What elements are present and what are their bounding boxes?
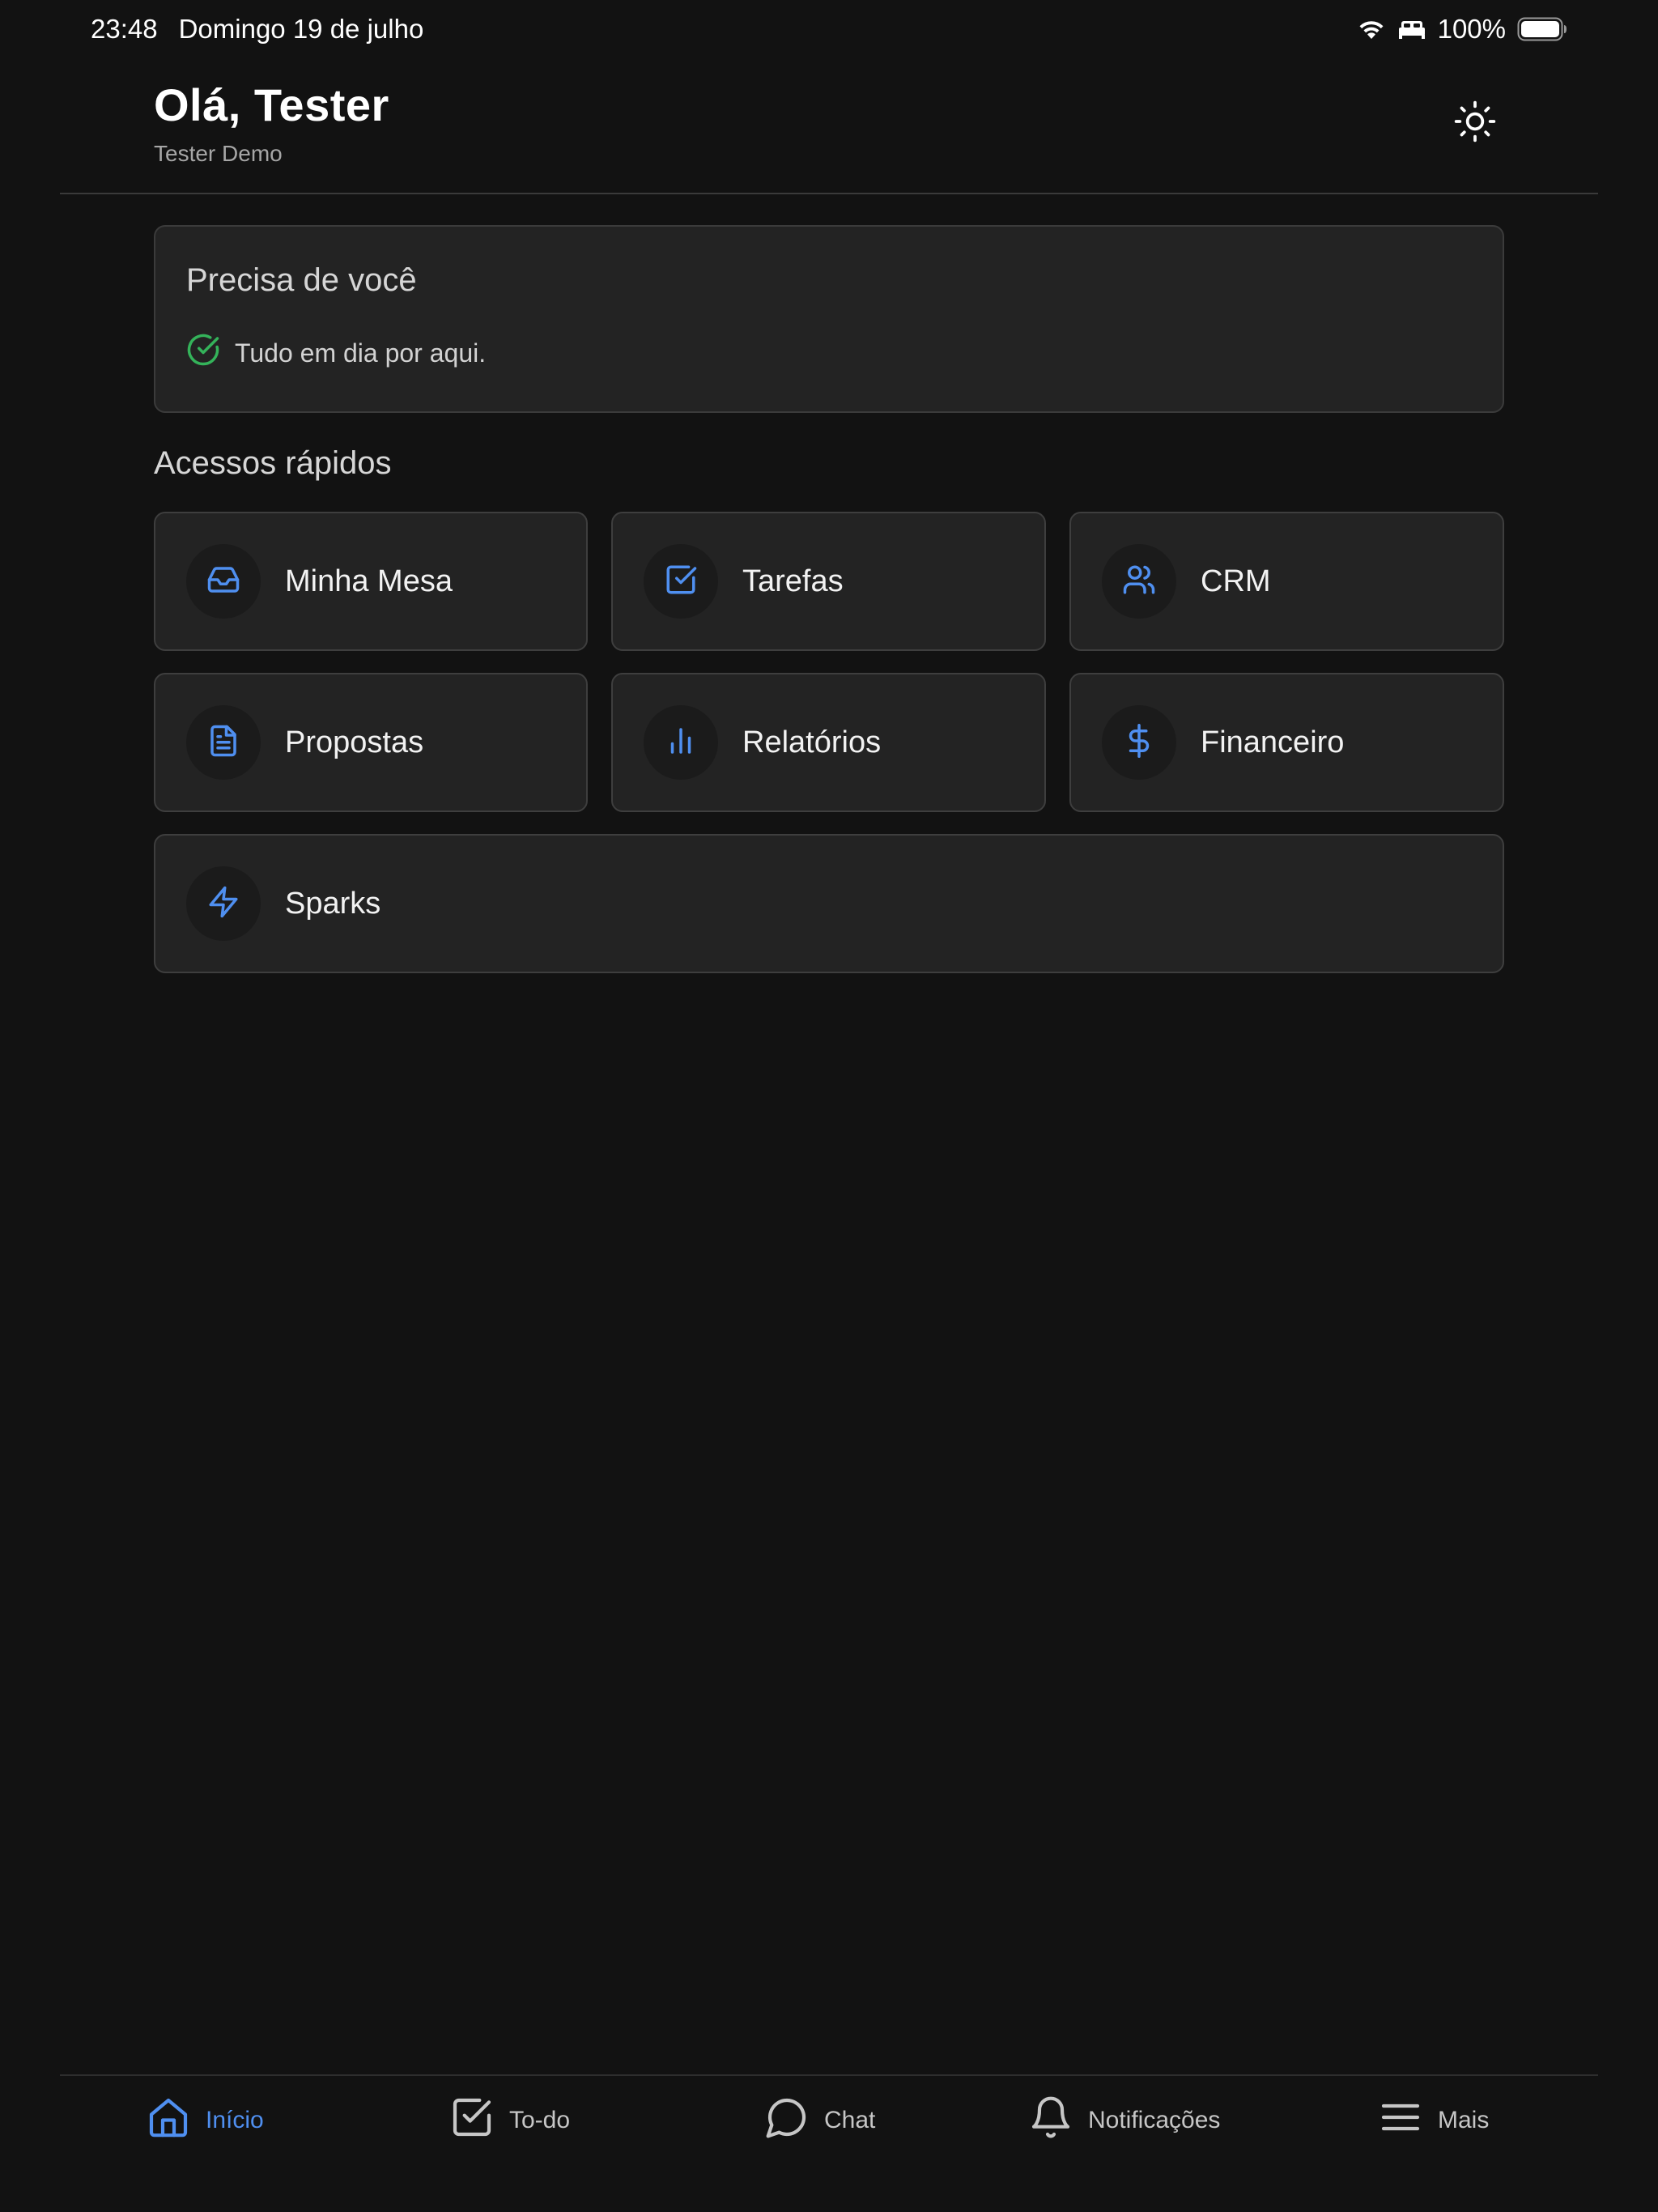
nav-item-notificacoes[interactable]: Notificações: [1028, 2076, 1220, 2165]
quick-access-label: Relatórios: [742, 725, 882, 759]
header: Olá, Tester Tester Demo: [154, 78, 1504, 175]
checkbox-icon: [449, 2095, 495, 2146]
quick-access-label: Minha Mesa: [285, 564, 453, 598]
lightning-icon: [206, 885, 240, 923]
quick-access-relatorios[interactable]: Relatórios: [611, 673, 1046, 812]
needs-you-title: Precisa de você: [186, 262, 417, 298]
sleep-focus-icon: [1397, 18, 1426, 40]
home-icon: [146, 2095, 191, 2146]
users-icon: [1122, 563, 1156, 601]
status-left: 23:48 Domingo 19 de julho: [91, 14, 423, 45]
user-subtitle: Tester Demo: [154, 141, 283, 166]
nav-item-todo[interactable]: To-do: [449, 2076, 570, 2165]
needs-you-status-text: Tudo em dia por aqui.: [235, 338, 487, 368]
page-title: Olá, Tester: [154, 79, 389, 130]
needs-you-card: Precisa de você Tudo em dia por aqui.: [154, 225, 1504, 413]
bell-icon: [1028, 2095, 1073, 2146]
quick-access-label: Tarefas: [742, 564, 844, 598]
quick-access-financeiro[interactable]: Financeiro: [1069, 673, 1504, 812]
document-icon: [206, 724, 240, 762]
chat-bubble-icon: [764, 2095, 810, 2146]
menu-icon: [1378, 2095, 1423, 2146]
dollar-icon: [1122, 723, 1156, 762]
quick-access-label: Financeiro: [1201, 725, 1345, 759]
quick-access-sparks[interactable]: Sparks: [154, 834, 1504, 973]
status-time: 23:48: [91, 14, 158, 44]
quick-access-crm[interactable]: CRM: [1069, 512, 1504, 651]
status-date: Domingo 19 de julho: [178, 14, 424, 44]
nav-label: Chat: [824, 2107, 876, 2133]
home-screen: 23:48 Domingo 19 de julho 100% Olá, Test…: [0, 0, 1658, 2212]
battery-icon: [1517, 17, 1567, 41]
bottom-nav: Início To-do Chat Notificações Mais: [0, 2076, 1658, 2165]
status-bar: 23:48 Domingo 19 de julho 100%: [0, 0, 1658, 58]
wifi-icon: [1357, 18, 1386, 40]
nav-item-chat[interactable]: Chat: [764, 2076, 875, 2165]
nav-label: Notificações: [1088, 2107, 1221, 2133]
quick-access-minha-mesa[interactable]: Minha Mesa: [154, 512, 588, 651]
quick-access-title: Acessos rápidos: [154, 445, 392, 481]
quick-access-label: CRM: [1201, 564, 1271, 598]
status-right: 100%: [1357, 14, 1567, 45]
check-circle-icon: [186, 333, 220, 373]
nav-item-inicio[interactable]: Início: [146, 2076, 264, 2165]
quick-access-propostas[interactable]: Propostas: [154, 673, 588, 812]
battery-percent: 100%: [1437, 14, 1506, 44]
quick-access-tarefas[interactable]: Tarefas: [611, 512, 1046, 651]
nav-label: Mais: [1438, 2107, 1490, 2133]
checkbox-icon: [664, 563, 698, 601]
quick-access-label: Sparks: [285, 886, 381, 921]
quick-access-label: Propostas: [285, 725, 424, 759]
inbox-icon: [206, 563, 240, 601]
needs-you-status: Tudo em dia por aqui.: [186, 333, 1472, 373]
nav-label: To-do: [509, 2107, 571, 2133]
bar-chart-icon: [664, 724, 698, 762]
header-divider: [60, 193, 1598, 194]
sun-icon: [1452, 99, 1498, 148]
theme-toggle-button[interactable]: [1446, 94, 1504, 152]
nav-item-mais[interactable]: Mais: [1378, 2076, 1489, 2165]
nav-label: Início: [206, 2107, 264, 2133]
